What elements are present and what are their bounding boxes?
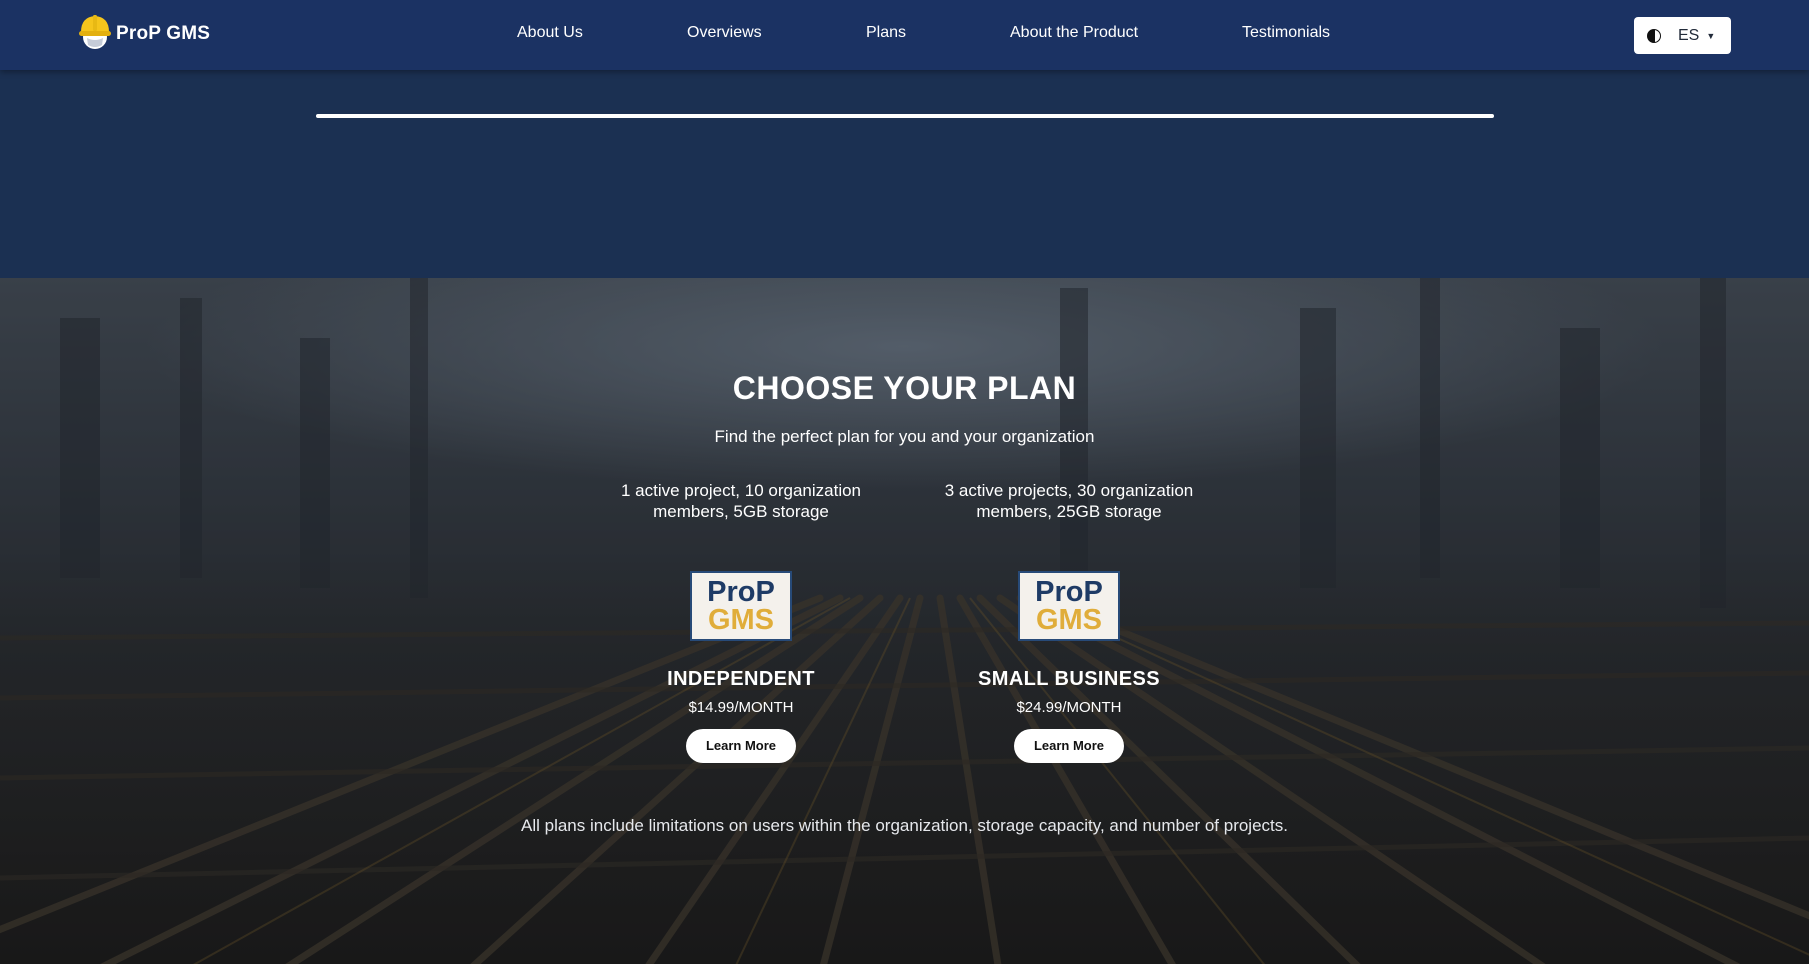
nav-link-about-us[interactable]: About Us <box>517 24 583 42</box>
nav-link-overviews[interactable]: Overviews <box>687 24 762 42</box>
learn-more-button-independent[interactable]: Learn More <box>686 729 796 763</box>
chevron-down-icon: ▼ <box>1706 30 1716 41</box>
nav-link-plans[interactable]: Plans <box>866 24 906 42</box>
plan-name: SMALL BUSINESS <box>978 668 1160 690</box>
plan-price: $14.99/MONTH <box>688 699 794 716</box>
plan-card-small-business: 3 active projects, 30 organization membe… <box>924 480 1214 763</box>
plan-logo-text-bottom: GMS <box>707 604 775 636</box>
plan-logo: ProP GMS <box>690 571 792 641</box>
plans-footnote: All plans include limitations on users w… <box>521 816 1288 835</box>
plans-section: CHOOSE YOUR PLAN Find the perfect plan f… <box>0 278 1809 964</box>
brand-name: ProP GMS <box>116 23 211 44</box>
plan-logo-text-top: ProP <box>1035 576 1103 608</box>
learn-more-button-small-business[interactable]: Learn More <box>1014 729 1124 763</box>
plans-content: CHOOSE YOUR PLAN Find the perfect plan f… <box>0 278 1809 964</box>
plan-logo: ProP GMS <box>1018 571 1120 641</box>
plan-card-independent: 1 active project, 10 organization member… <box>596 480 886 763</box>
section-title: CHOOSE YOUR PLAN <box>732 370 1077 406</box>
plan-features: 1 active project, 10 organization member… <box>620 481 862 521</box>
nav-link-about-the-product[interactable]: About the Product <box>1010 24 1138 42</box>
plan-features: 3 active projects, 30 organization membe… <box>944 481 1194 521</box>
hard-hat-icon <box>78 12 112 57</box>
language-code: ES <box>1678 26 1700 44</box>
navbar: ProP GMS About Us Overviews Plans About … <box>0 0 1809 70</box>
language-flag-icon <box>1647 28 1661 43</box>
top-band <box>0 70 1809 278</box>
plan-price: $24.99/MONTH <box>1016 699 1122 716</box>
brand-logo-link[interactable]: ProP GMS <box>78 14 210 54</box>
scroll-progress-bar <box>316 114 1494 118</box>
language-select[interactable]: ES ▼ <box>1634 17 1731 54</box>
plan-logo-text-top: ProP <box>707 576 775 608</box>
section-subtitle: Find the perfect plan for you and your o… <box>714 427 1095 446</box>
nav-link-testimonials[interactable]: Testimonials <box>1242 24 1330 42</box>
plan-name: INDEPENDENT <box>667 668 815 690</box>
plan-logo-text-bottom: GMS <box>1035 604 1103 636</box>
